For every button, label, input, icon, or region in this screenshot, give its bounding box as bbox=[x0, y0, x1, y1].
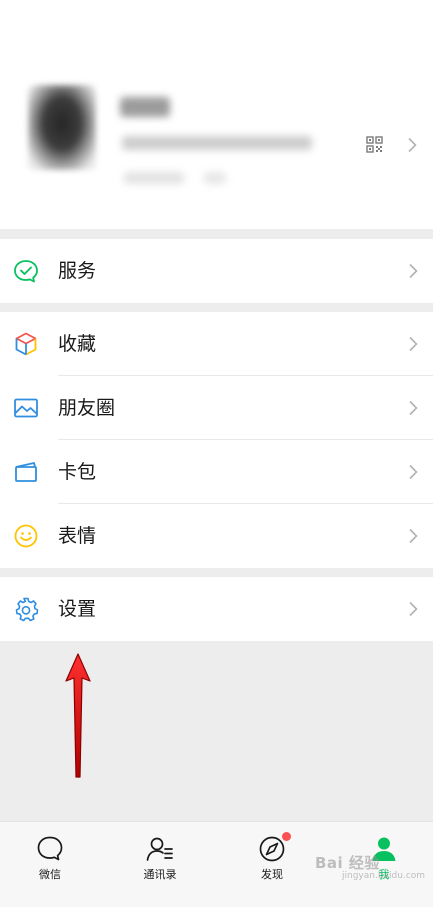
watermark-logo: Bai 经验 bbox=[315, 854, 380, 872]
chevron-right-icon bbox=[409, 464, 418, 480]
stickers-label: 表情 bbox=[58, 525, 97, 547]
features-card: 收藏 朋友圈 卡包 表情 bbox=[0, 312, 433, 568]
menu-item-settings[interactable]: 设置 bbox=[0, 577, 433, 641]
profile-header[interactable] bbox=[0, 0, 433, 229]
contacts-icon bbox=[146, 837, 173, 861]
tab-contacts-label: 通讯录 bbox=[143, 868, 177, 881]
menu-item-favorites[interactable]: 收藏 bbox=[0, 312, 433, 376]
chevron-right-icon bbox=[409, 601, 418, 617]
cards-icon bbox=[15, 462, 37, 482]
menu-item-cards[interactable]: 卡包 bbox=[0, 440, 433, 504]
annotation-arrow-icon bbox=[65, 653, 91, 778]
menu-item-moments[interactable]: 朋友圈 bbox=[0, 376, 433, 440]
stickers-icon bbox=[14, 524, 38, 548]
wechat-id-blurred bbox=[122, 136, 312, 150]
avatar[interactable] bbox=[28, 85, 96, 170]
qr-code-icon[interactable] bbox=[366, 136, 383, 153]
tab-chats-label: 微信 bbox=[39, 868, 61, 881]
services-label: 服务 bbox=[58, 260, 97, 282]
status-extra-blurred bbox=[204, 172, 226, 184]
chevron-right-icon bbox=[409, 336, 418, 352]
favorites-icon bbox=[15, 332, 37, 356]
chevron-right-icon bbox=[409, 400, 418, 416]
chevron-right-icon bbox=[409, 263, 418, 279]
status-blurred[interactable] bbox=[124, 172, 184, 184]
tab-contacts[interactable]: 通讯录 bbox=[106, 822, 214, 907]
moments-label: 朋友圈 bbox=[58, 397, 116, 419]
watermark-url: jingyan.baidu.com bbox=[342, 871, 426, 881]
menu-item-stickers[interactable]: 表情 bbox=[0, 504, 433, 568]
tab-discover[interactable]: 发现 bbox=[218, 822, 326, 907]
chevron-right-icon bbox=[408, 137, 417, 153]
notification-dot bbox=[282, 832, 291, 841]
settings-card: 设置 bbox=[0, 577, 433, 641]
favorites-label: 收藏 bbox=[58, 333, 97, 355]
cards-label: 卡包 bbox=[58, 461, 97, 483]
tab-chats[interactable]: 微信 bbox=[0, 822, 104, 907]
tab-discover-label: 发现 bbox=[261, 868, 283, 881]
nickname-blurred bbox=[120, 97, 170, 117]
services-card: 服务 bbox=[0, 239, 433, 303]
chevron-right-icon bbox=[409, 528, 418, 544]
settings-icon bbox=[15, 597, 39, 622]
chat-bubble-icon bbox=[37, 836, 63, 861]
moments-icon bbox=[14, 398, 38, 418]
settings-label: 设置 bbox=[58, 598, 97, 620]
menu-item-services[interactable]: 服务 bbox=[0, 239, 433, 303]
services-icon bbox=[14, 260, 38, 283]
